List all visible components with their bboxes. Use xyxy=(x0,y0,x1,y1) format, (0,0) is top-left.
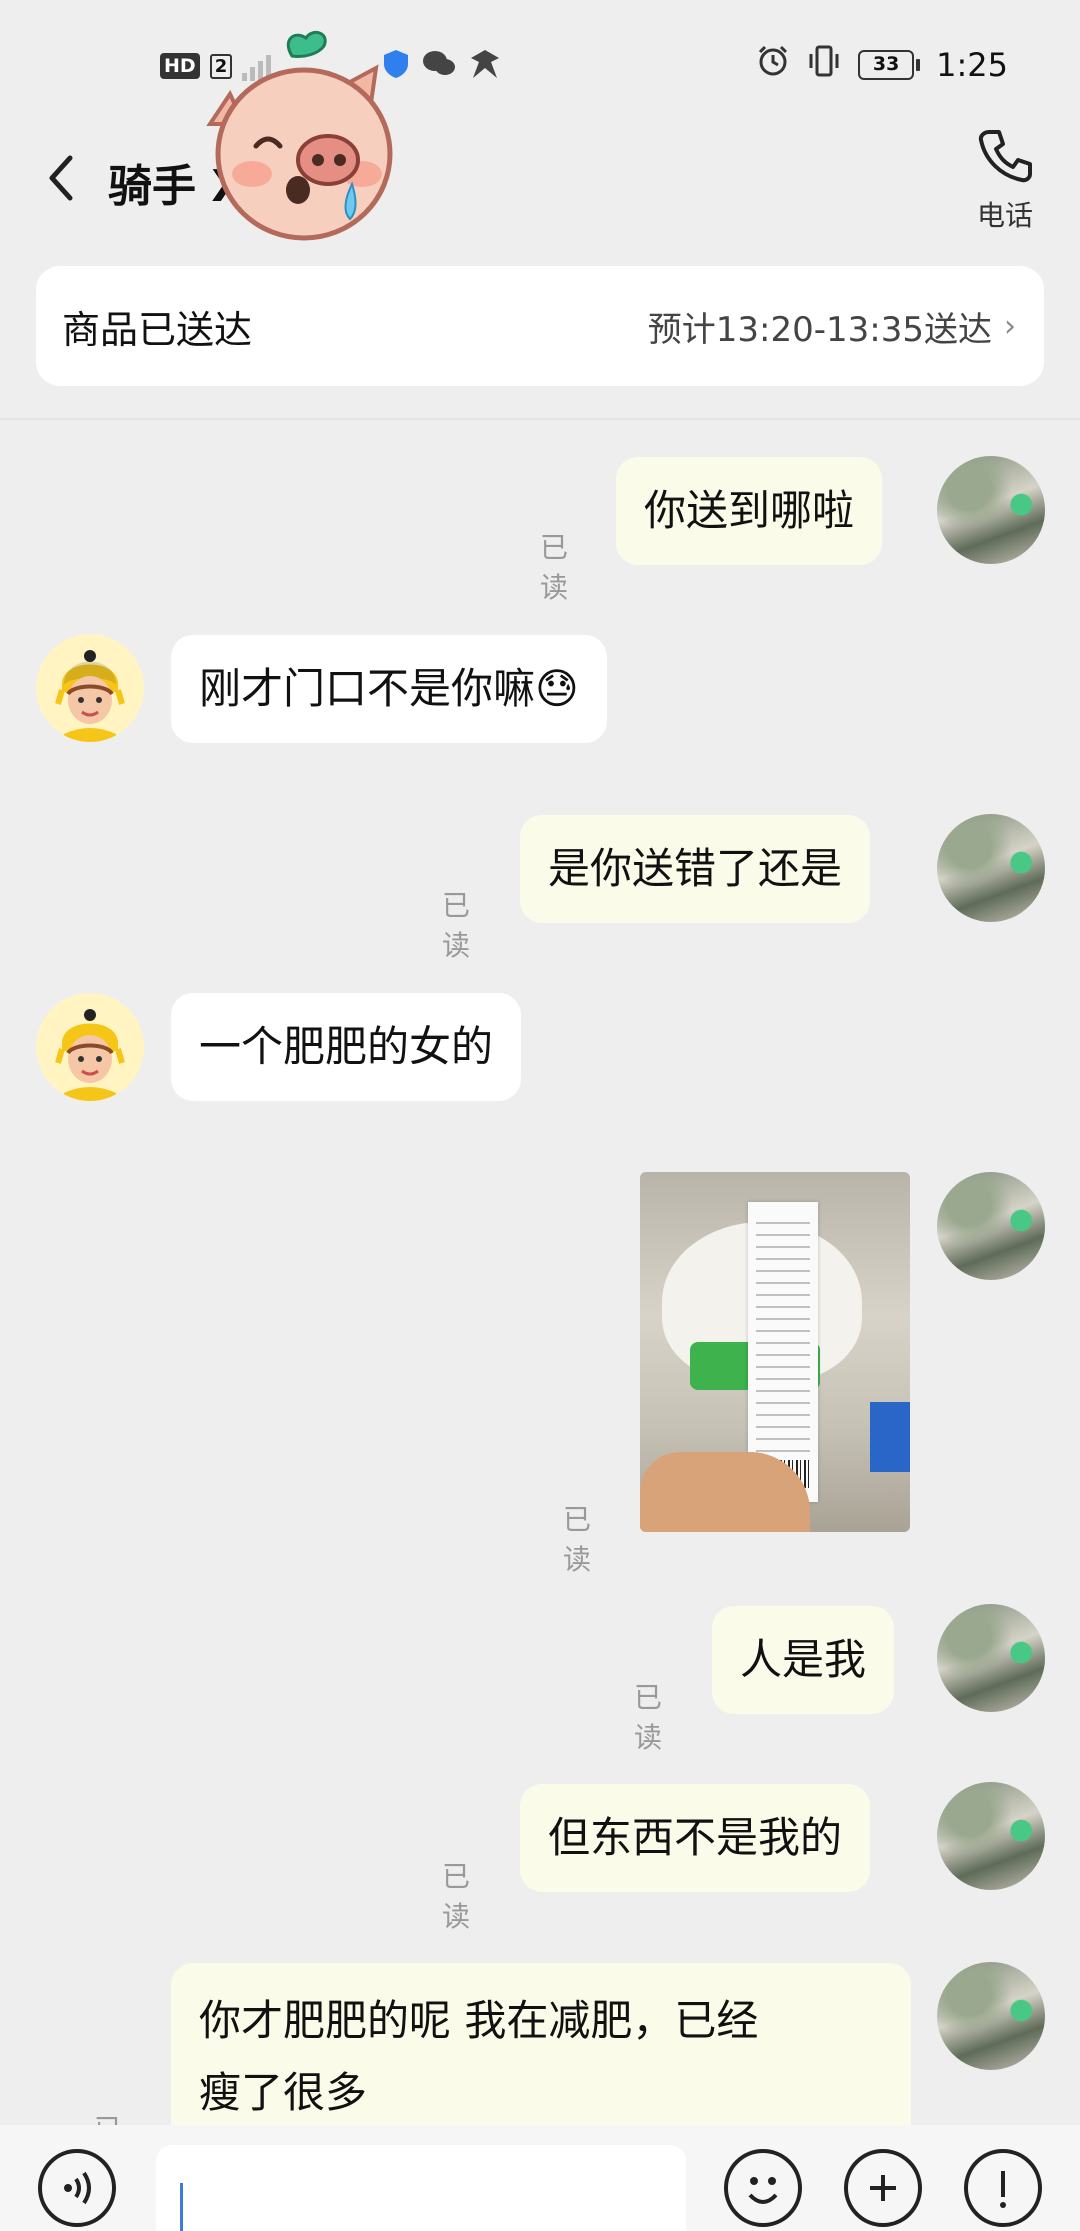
voice-button[interactable] xyxy=(38,2149,116,2227)
chat-header: 骑手 X 电话 xyxy=(0,120,1080,250)
emoji-button[interactable] xyxy=(724,2149,802,2227)
read-receipt: 已读 xyxy=(634,1681,663,1754)
message-bubble[interactable]: 一个肥肥的女的 xyxy=(171,993,522,1101)
message-bubble[interactable]: 是你送错了还是 xyxy=(520,815,871,923)
message-input[interactable] xyxy=(156,2145,686,2231)
more-button[interactable] xyxy=(964,2149,1042,2227)
phone-button[interactable]: 电话 xyxy=(970,126,1040,234)
my-avatar[interactable] xyxy=(937,814,1045,922)
phone-icon xyxy=(978,130,1032,183)
my-avatar[interactable] xyxy=(937,1604,1045,1712)
my-avatar[interactable] xyxy=(937,1782,1045,1890)
back-button[interactable] xyxy=(38,148,82,208)
rider-avatar[interactable] xyxy=(36,993,144,1101)
hd-badge: HD xyxy=(160,53,200,79)
battery-icon: 33 xyxy=(858,50,921,80)
photo-blue-object xyxy=(870,1402,910,1472)
order-eta: 预计13:20-13:35送达 › xyxy=(648,302,1016,351)
order-status: 商品已送达 xyxy=(62,307,253,352)
rider-avatar-illustration xyxy=(36,634,144,742)
message-bubble[interactable]: 但东西不是我的 xyxy=(520,1784,871,1892)
message-bubble[interactable]: 人是我 xyxy=(712,1606,895,1714)
order-status-card[interactable]: 商品已送达 预计13:20-13:35送达 › xyxy=(36,266,1044,386)
photo-hand xyxy=(640,1452,810,1532)
voice-icon xyxy=(64,2171,91,2205)
emoji-icon xyxy=(748,2177,778,2204)
clock: 1:25 xyxy=(936,46,1008,84)
read-receipt: 已读 xyxy=(563,1503,592,1576)
read-receipt: 已读 xyxy=(540,531,569,604)
more-icon xyxy=(1000,2171,1006,2208)
status-bar: HD 2 33 1:25 xyxy=(0,0,1080,130)
message-line-2: 瘦了很多 xyxy=(199,2068,368,2117)
bird-icon xyxy=(467,48,503,84)
read-receipt: 已读 xyxy=(442,1860,471,1933)
alarm-icon xyxy=(756,44,790,86)
divider xyxy=(0,418,1080,420)
phone-label: 电话 xyxy=(976,199,1033,232)
status-bar-right: 33 1:25 xyxy=(756,44,1008,86)
message-bubble[interactable]: 你送到哪啦 xyxy=(616,457,883,565)
my-avatar[interactable] xyxy=(937,1172,1045,1280)
message-bubble[interactable]: 刚才门口不是你嘛😓 xyxy=(171,635,607,743)
pig-sticker xyxy=(200,24,420,254)
eta-text: 预计13:20-13:35送达 xyxy=(647,309,992,350)
rider-avatar[interactable] xyxy=(36,634,144,742)
wechat-icon xyxy=(421,49,457,83)
add-button[interactable] xyxy=(844,2149,922,2227)
chevron-right-icon: › xyxy=(1004,308,1016,344)
my-avatar[interactable] xyxy=(937,456,1045,564)
my-avatar[interactable] xyxy=(937,1962,1045,2070)
input-bar xyxy=(0,2125,1080,2231)
battery-level: 33 xyxy=(858,50,915,80)
text-caret xyxy=(180,2183,183,2231)
rider-avatar-illustration xyxy=(36,993,144,1101)
read-receipt: 已读 xyxy=(442,889,471,962)
add-icon xyxy=(870,2175,896,2201)
vibrate-icon xyxy=(806,44,842,86)
image-message[interactable] xyxy=(640,1172,910,1532)
back-icon xyxy=(49,155,73,201)
message-line-1: 你才肥肥的呢 我在减肥，已经 xyxy=(199,1996,759,2045)
